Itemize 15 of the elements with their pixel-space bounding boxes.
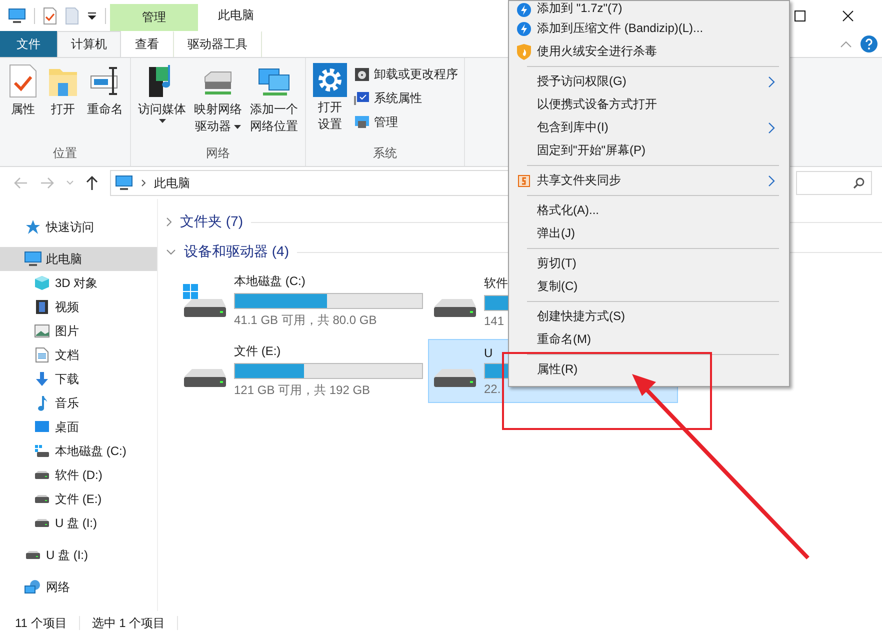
free-space-text: 22. xyxy=(484,382,501,396)
group-label: 系统 xyxy=(372,145,398,162)
status-text: 选中 1 个项目 xyxy=(92,614,166,632)
free-space-text: 121 GB 可用，共 192 GB xyxy=(234,382,370,399)
context-tab-group-label: 管理 xyxy=(142,9,166,26)
drive-name: 文件 (E:) xyxy=(234,343,281,360)
free-space-text: 141 xyxy=(484,314,504,328)
status-text: 11 个项目 xyxy=(15,614,67,632)
drive-name: 软件 xyxy=(484,274,508,292)
group-label: 网络 xyxy=(205,145,231,162)
drive-name: U xyxy=(484,346,493,360)
free-space-text: 41.1 GB 可用，共 80.0 GB xyxy=(234,312,377,329)
group-label: 位置 xyxy=(52,145,78,162)
window-title: 此电脑 xyxy=(218,7,254,24)
drive-name: 本地磁盘 (C:) xyxy=(234,273,306,290)
